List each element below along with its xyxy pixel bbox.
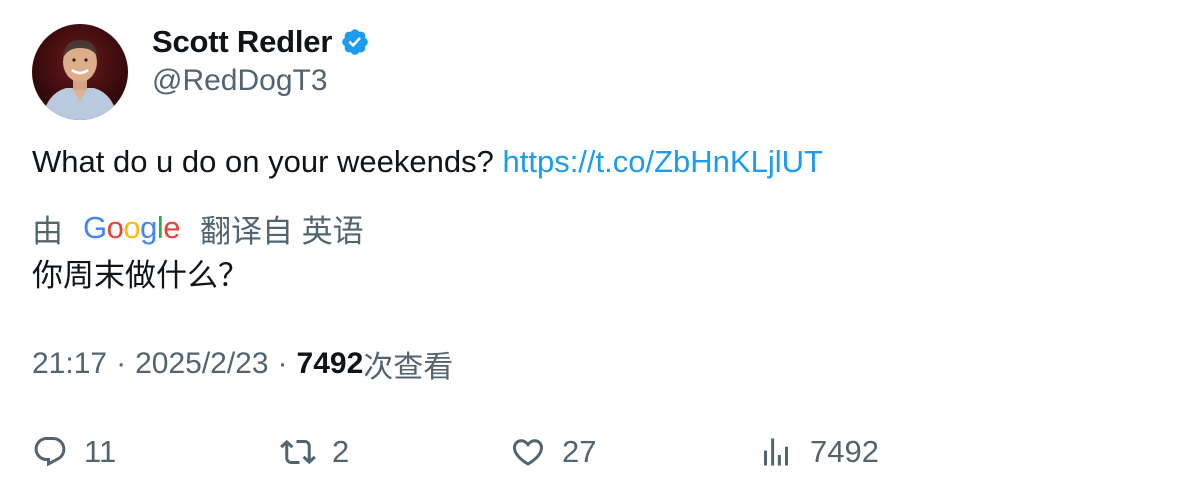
google-letter: o xyxy=(106,210,124,245)
views-button[interactable]: 7492 xyxy=(758,432,879,472)
reply-button[interactable]: 11 xyxy=(32,432,116,472)
tweet-text: What do u do on your weekends? https://t… xyxy=(32,142,823,182)
author-name-row[interactable]: Scott Redler xyxy=(152,22,370,62)
google-letter: G xyxy=(83,210,107,245)
translation-prefix: 由 xyxy=(32,213,63,249)
reply-icon xyxy=(34,437,66,467)
meta-separator: · xyxy=(116,347,127,380)
views-label: 次查看 xyxy=(363,351,454,384)
views-count: 7492 xyxy=(296,347,364,380)
verified-badge-icon[interactable] xyxy=(340,27,370,57)
meta-separator: · xyxy=(277,347,288,380)
retweet-count: 2 xyxy=(332,434,350,469)
translated-text: 你周末做什么？ xyxy=(32,258,249,293)
heart-icon xyxy=(512,439,544,466)
translation-attribution[interactable]: 由 Google 翻译自 英语 xyxy=(32,208,364,249)
retweet-button[interactable]: 2 xyxy=(280,432,349,472)
retweet-icon xyxy=(280,439,316,465)
like-button[interactable]: 27 xyxy=(510,432,596,472)
author-display-name[interactable]: Scott Redler xyxy=(152,24,332,60)
like-count: 27 xyxy=(562,434,597,469)
tweet-time[interactable]: 21:17 xyxy=(32,347,107,381)
tweet-date[interactable]: 2025/2/23 xyxy=(135,347,268,381)
action-bar: 11 2 27 7492 xyxy=(32,432,1172,472)
tweet-link[interactable]: https://t.co/ZbHnKLjlUT xyxy=(502,144,822,179)
avatar[interactable] xyxy=(32,24,128,120)
views-action-count: 7492 xyxy=(810,434,879,469)
avatar-photo xyxy=(32,24,128,120)
tweet-meta: 21:17 · 2025/2/23 · 7492 次查看 xyxy=(32,344,453,384)
google-letter: e xyxy=(163,210,181,245)
google-letter: g xyxy=(140,210,157,245)
google-logo: Google xyxy=(83,210,181,246)
bar-chart-icon xyxy=(764,438,788,466)
reply-count: 11 xyxy=(84,434,117,469)
tweet-body: What do u do on your weekends? xyxy=(32,144,494,179)
translation-suffix: 翻译自 英语 xyxy=(200,213,364,249)
author-handle[interactable]: @RedDogT3 xyxy=(152,64,328,98)
google-letter: o xyxy=(123,210,141,245)
